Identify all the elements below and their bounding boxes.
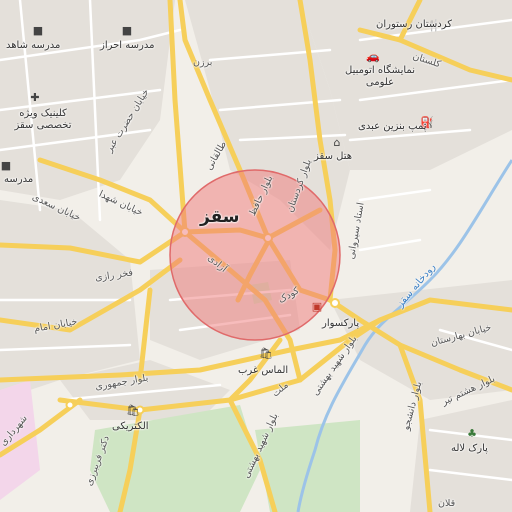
street-label: برزن bbox=[193, 57, 213, 68]
place-parkosvar[interactable]: پارکسوار bbox=[322, 318, 359, 330]
shopping-icon[interactable]: 🛍 bbox=[259, 348, 273, 360]
school-icon[interactable]: ■ bbox=[32, 25, 44, 37]
place-ehraz-school[interactable]: مدرسه احراز bbox=[100, 40, 154, 52]
roundabout bbox=[330, 298, 340, 308]
tree-icon[interactable]: ♣ bbox=[466, 428, 478, 440]
place-car-showroom[interactable]: نمایشگاه اتومبیل علومی bbox=[345, 65, 415, 89]
roundabout bbox=[65, 400, 75, 410]
place-saqqez-hotel[interactable]: هتل سقز bbox=[314, 151, 352, 163]
place-school-left[interactable]: مدرسه bbox=[4, 174, 33, 186]
street-label: قلان bbox=[438, 498, 456, 509]
school-icon[interactable]: ■ bbox=[0, 160, 12, 172]
hotel-icon[interactable]: ⌂ bbox=[331, 137, 343, 149]
place-shahed-school[interactable]: مدرسه شاهد bbox=[6, 40, 60, 52]
bus-icon[interactable]: ▣ bbox=[311, 301, 323, 313]
place-clinic[interactable]: کلینیک ویژه تخصصی سقز bbox=[8, 108, 78, 132]
place-almas-gharb[interactable]: الماس غرب bbox=[238, 365, 288, 377]
hospital-icon[interactable]: ✚ bbox=[29, 92, 41, 104]
place-gas-station[interactable]: پمپ بنزین عبدی bbox=[358, 121, 427, 133]
car-icon[interactable]: 🚗 bbox=[366, 51, 380, 63]
map-canvas[interactable] bbox=[0, 0, 512, 512]
shopping-icon[interactable]: 🛍 bbox=[126, 405, 140, 417]
place-electrici[interactable]: الکتریکی bbox=[112, 421, 149, 433]
place-laleh-park[interactable]: پارک لاله bbox=[451, 443, 488, 455]
map[interactable]: سقز 🍴 کردستان رستوران ■ مدرسه شاهد ■ مدر… bbox=[0, 0, 512, 512]
place-kurdistan-restaurant[interactable]: کردستان رستوران bbox=[376, 19, 452, 31]
city-label: سقز bbox=[200, 207, 240, 227]
school-icon[interactable]: ■ bbox=[121, 25, 133, 37]
